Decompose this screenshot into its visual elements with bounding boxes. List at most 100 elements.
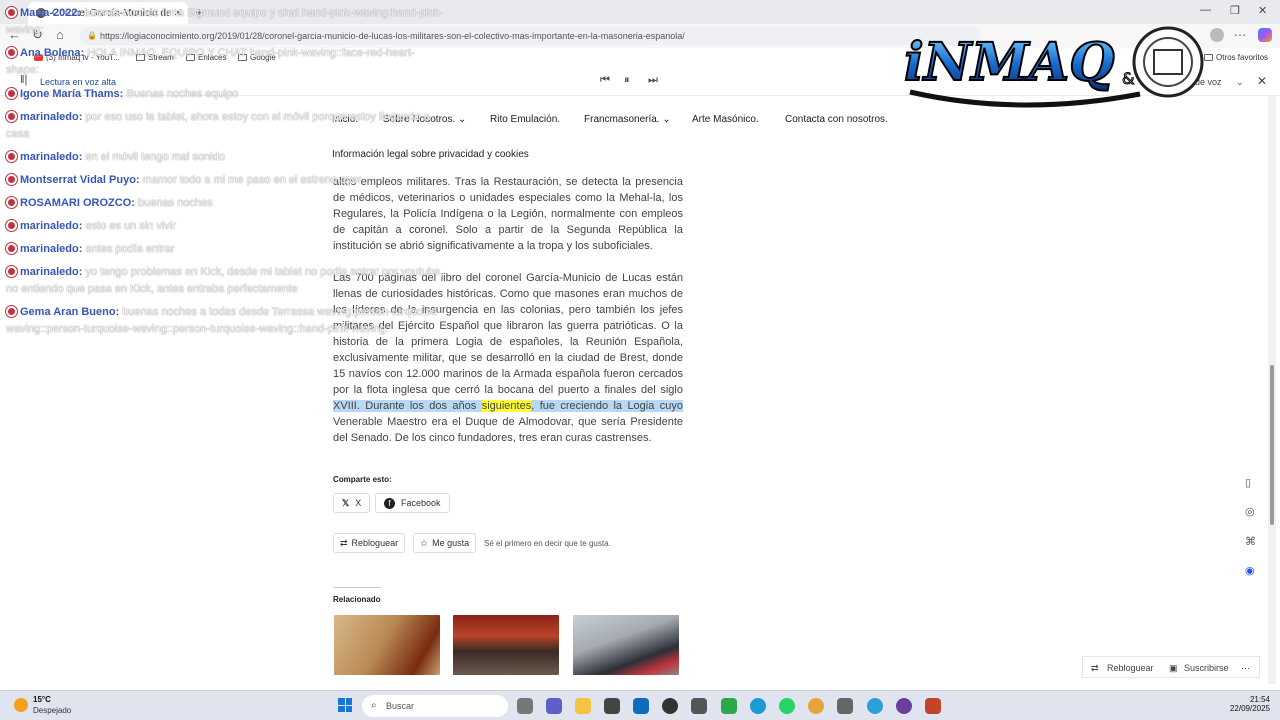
footer-reblog-link[interactable]: Rebloguear <box>1107 663 1154 673</box>
chat-author: Gema Aran Bueno <box>20 306 116 318</box>
weather-icon[interactable] <box>14 698 28 712</box>
chat-message: Gema Aran Bueno: buenas noches a todas d… <box>6 306 441 335</box>
more-icon[interactable]: ⋯ <box>1241 663 1250 674</box>
scrollbar-thumb[interactable] <box>1270 365 1274 525</box>
wp-action-bar: ⇄ Rebloguear ▣ Suscribirse ⋯ <box>1082 656 1260 678</box>
logo-text: iNMAQ <box>904 32 1115 93</box>
nav-arte-masonico[interactable]: Arte Masónico. <box>692 114 759 125</box>
footer-subscribe-link[interactable]: Suscribirse <box>1184 663 1229 673</box>
chevron-down-icon: ⌄ <box>458 114 467 125</box>
chat-author: ROSAMARI OROZCO <box>20 197 132 209</box>
maximize-icon[interactable]: ❐ <box>1230 4 1240 17</box>
related-thumbnail[interactable] <box>334 615 440 675</box>
chat-author: marinaledo <box>20 151 79 163</box>
start-button[interactable] <box>338 698 352 712</box>
share-title: Comparte esto: <box>333 475 392 484</box>
previous-icon[interactable]: ⏮ <box>600 74 610 87</box>
reblog-button[interactable]: ⇄ Rebloguear <box>333 533 406 553</box>
chat-text: esto es un sin vivir <box>85 220 176 232</box>
weather-temp: 15°C <box>33 695 51 704</box>
chat-message: marinaledo: yo tengo problemas en Kick, … <box>6 266 444 295</box>
nav-rito-emulacion[interactable]: Rito Emulación. <box>490 114 560 125</box>
badge-icon <box>6 197 17 208</box>
text-selection: XVIII. Durante los dos años siguientes, … <box>333 400 683 412</box>
teams-icon[interactable] <box>546 698 562 714</box>
related-thumbnail[interactable] <box>453 615 559 675</box>
x-logo-icon: 𝕏 <box>342 497 350 508</box>
chat-author: marinaledo <box>20 266 79 278</box>
app-icon[interactable] <box>691 698 707 714</box>
logo-ampersand: & <box>1122 69 1134 88</box>
edge-icon[interactable] <box>750 698 766 714</box>
badge-icon <box>6 266 17 277</box>
clock[interactable]: 21:54 22/09/2025 <box>1222 695 1270 713</box>
minimize-icon[interactable]: — <box>1200 4 1211 16</box>
podcast-icon[interactable]: ◎ <box>1245 505 1255 518</box>
taskbar-search[interactable]: ⌕ Buscar <box>362 695 508 717</box>
badge-icon <box>6 174 17 185</box>
chat-text: antes podía entrar <box>85 243 175 255</box>
chat-text: Buenas noches equipo <box>126 88 239 100</box>
badge-icon <box>6 111 17 122</box>
other-favorites[interactable]: Otros favoritos <box>1204 53 1268 62</box>
chat-message: marinaledo: esto es un sin vivir <box>6 218 446 235</box>
kick-icon[interactable] <box>721 698 737 714</box>
telegram-icon[interactable] <box>867 698 883 714</box>
share-facebook-button[interactable]: f Facebook <box>375 493 450 513</box>
store-icon[interactable] <box>604 698 620 714</box>
next-icon[interactable]: ⏭ <box>648 74 658 87</box>
powerpoint-icon[interactable] <box>925 698 941 714</box>
copilot-icon[interactable] <box>1258 28 1272 42</box>
assistant-icon[interactable]: ◉ <box>1245 564 1255 577</box>
chat-author: Igone María Thams <box>20 88 120 100</box>
task-view-icon[interactable] <box>517 698 533 714</box>
chrome-icon[interactable] <box>808 698 824 714</box>
like-note: Sé el primero en decir que te gusta. <box>484 539 611 548</box>
related-thumbnail[interactable] <box>573 615 679 675</box>
reblog-icon: ⇄ <box>340 537 348 548</box>
share-x-button[interactable]: 𝕏X <box>333 493 371 513</box>
obs-icon[interactable] <box>896 698 912 714</box>
badge-icon <box>6 88 17 99</box>
badge-icon <box>6 306 17 317</box>
chat-author: Marta-2022 <box>20 7 78 19</box>
badge-icon <box>6 47 17 58</box>
chat-text: en el móvil tengo mal sonido <box>85 151 225 163</box>
chevron-down-icon: ⌄ <box>662 114 671 125</box>
chat-text: buenas noches <box>137 197 213 209</box>
inmaq-logo: iNMAQ & <box>903 26 1204 108</box>
chevron-down-icon[interactable]: ⌄ <box>1236 77 1244 88</box>
chat-author: Ana Bolena <box>20 47 81 59</box>
chatgpt-icon[interactable] <box>662 698 678 714</box>
chat-author: Montserrat Vidal Puyo <box>20 174 136 186</box>
apps-icon[interactable]: ⌘ <box>1245 535 1256 548</box>
subscribe-icon: ▣ <box>1169 663 1178 673</box>
chat-message: marinaledo: por eso uso la tablet, ahora… <box>6 111 430 140</box>
window-close-icon[interactable]: ✕ <box>1258 4 1267 17</box>
more-menu-icon[interactable]: ⋯ <box>1234 28 1246 42</box>
chat-message: Montserrat Vidal Puyo: mamor todo a mi m… <box>6 172 446 189</box>
divider <box>333 587 381 588</box>
like-button[interactable]: ☆ Me gusta <box>413 533 477 553</box>
nav-contacta[interactable]: Contacta con nosotros. <box>785 114 888 125</box>
nav-francmasoneria[interactable]: Francmasonería. ⌄ <box>584 114 671 125</box>
whatsapp-icon[interactable] <box>779 698 795 714</box>
weather-desc: Despejado <box>33 706 72 715</box>
star-icon: ☆ <box>420 537 429 548</box>
book-icon[interactable]: ▯ <box>1245 476 1251 489</box>
related-title: Relacionado <box>333 595 381 604</box>
badge-icon <box>6 7 17 18</box>
pause-icon[interactable]: ⏸ <box>624 74 630 87</box>
chat-text: mamor todo a mi me paso en el estreno ay… <box>142 174 362 186</box>
file-explorer-icon[interactable] <box>575 698 591 714</box>
badge-icon <box>6 243 17 254</box>
app-icon[interactable] <box>837 698 853 714</box>
chat-author: marinaledo <box>20 243 79 255</box>
profile-avatar[interactable] <box>1210 28 1224 42</box>
close-read-aloud-icon[interactable]: ✕ <box>1257 74 1267 88</box>
badge-icon <box>6 220 17 231</box>
search-icon: ⌕ <box>371 700 377 711</box>
clock-time: 21:54 <box>1249 695 1270 704</box>
outlook-icon[interactable] <box>633 698 649 714</box>
chat-author: marinaledo <box>20 111 79 123</box>
